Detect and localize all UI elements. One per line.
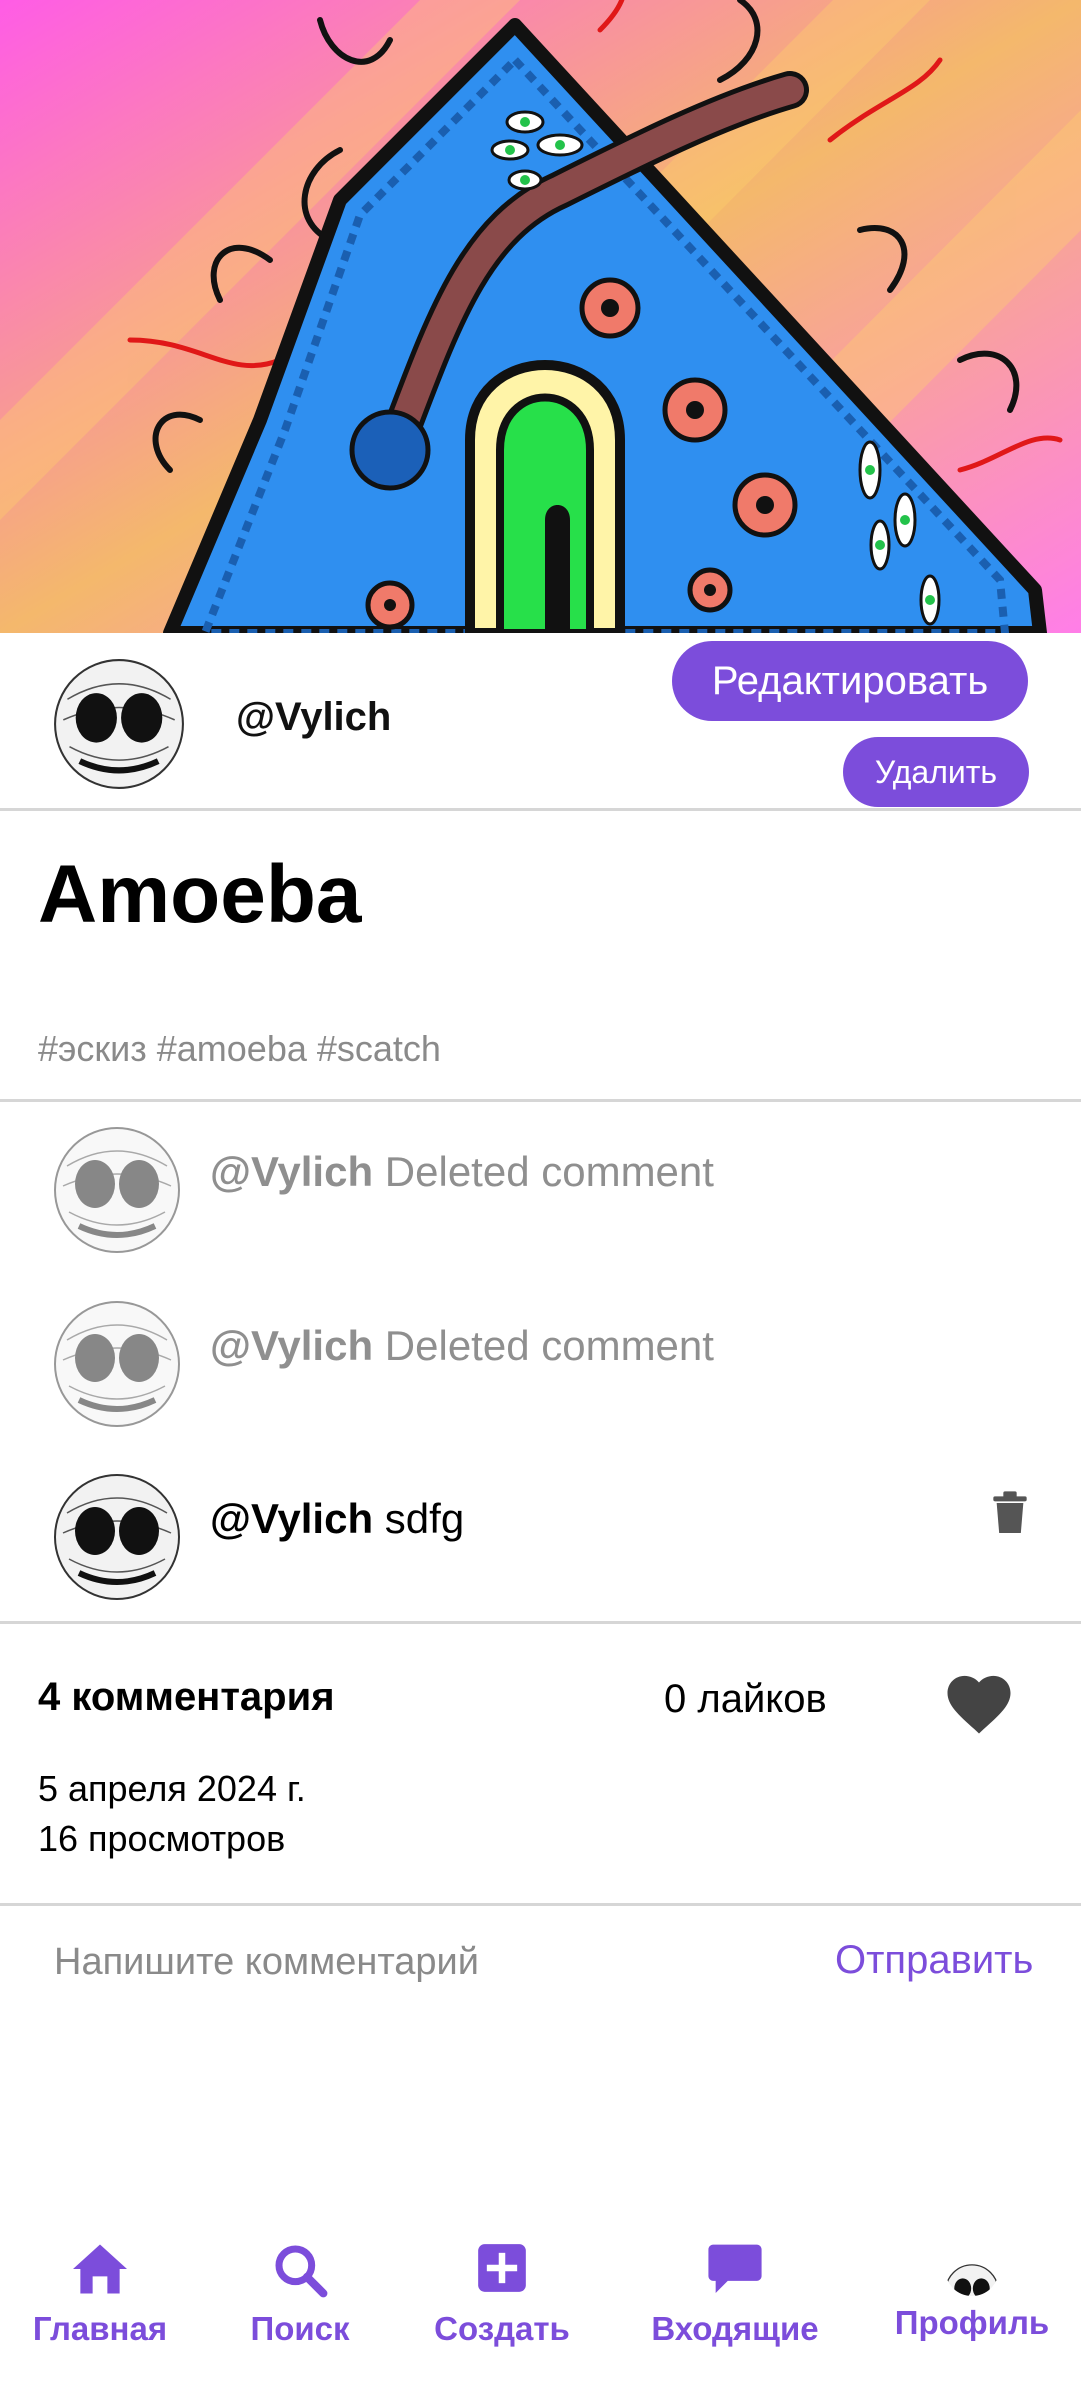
nav-create[interactable]: Создать [402, 2220, 602, 2350]
author-row: @Vylich Редактировать Удалить [0, 633, 1081, 809]
amoeba-artwork [0, 0, 1081, 633]
author-username[interactable]: @Vylich [236, 695, 391, 740]
divider [0, 808, 1081, 811]
trash-icon[interactable] [990, 1491, 1030, 1535]
post-artwork[interactable] [0, 0, 1081, 633]
inbox-icon [708, 2244, 762, 2293]
comment-username[interactable]: @Vylich [210, 1322, 373, 1369]
comment-body: sdfg [384, 1495, 465, 1542]
divider [0, 1099, 1081, 1102]
likes-count: 0 лайков [664, 1677, 827, 1721]
comment-username[interactable]: @Vylich [210, 1148, 373, 1195]
comments-count: 4 комментария [38, 1675, 335, 1719]
comment-item: @Vylich sdfg [0, 1473, 1081, 1633]
nav-label: Создать [434, 2310, 570, 2347]
comment-text: @Vylich Deleted comment [210, 1322, 714, 1370]
bottom-nav: Главная Поиск Создать Входящие Профиль [0, 2220, 1081, 2401]
comment-input[interactable] [38, 1930, 830, 1994]
comment-item: @Vylich Deleted comment [0, 1300, 1081, 1460]
divider [0, 1903, 1081, 1906]
nav-inbox[interactable]: Входящие [635, 2220, 835, 2350]
edit-button[interactable]: Редактировать [672, 641, 1028, 721]
comment-avatar[interactable] [53, 1126, 181, 1254]
comment-body: Deleted comment [384, 1322, 714, 1369]
post-views: 16 просмотров [38, 1818, 286, 1859]
comment-avatar[interactable] [53, 1473, 181, 1601]
nav-label: Главная [32, 2310, 168, 2347]
author-avatar[interactable] [53, 658, 185, 790]
comment-avatar[interactable] [53, 1300, 181, 1428]
comment-text: @Vylich sdfg [210, 1495, 464, 1543]
nav-label: Поиск [250, 2310, 350, 2347]
nav-home[interactable]: Главная [0, 2220, 200, 2350]
home-icon [73, 2244, 127, 2294]
delete-button[interactable]: Удалить [843, 737, 1029, 807]
post-tags[interactable]: #эскиз #amoeba #scatch [38, 1028, 441, 1070]
post-title: Amoeba [38, 849, 362, 940]
comment-item: @Vylich Deleted comment [0, 1126, 1081, 1286]
search-icon [275, 2245, 328, 2298]
create-icon [478, 2244, 526, 2292]
divider [0, 1621, 1081, 1624]
heart-icon[interactable] [942, 1669, 1016, 1735]
nav-label: Входящие [651, 2310, 819, 2347]
nav-profile[interactable]: Профиль [872, 2220, 1072, 2350]
profile-avatar [945, 2242, 999, 2296]
comment-username[interactable]: @Vylich [210, 1495, 373, 1542]
send-button[interactable]: Отправить [835, 1938, 1033, 1983]
nav-label: Профиль [894, 2304, 1050, 2341]
post-date: 5 апреля 2024 г. [38, 1768, 306, 1809]
comment-text: @Vylich Deleted comment [210, 1148, 714, 1196]
comment-body: Deleted comment [384, 1148, 714, 1195]
nav-search[interactable]: Поиск [200, 2220, 400, 2350]
